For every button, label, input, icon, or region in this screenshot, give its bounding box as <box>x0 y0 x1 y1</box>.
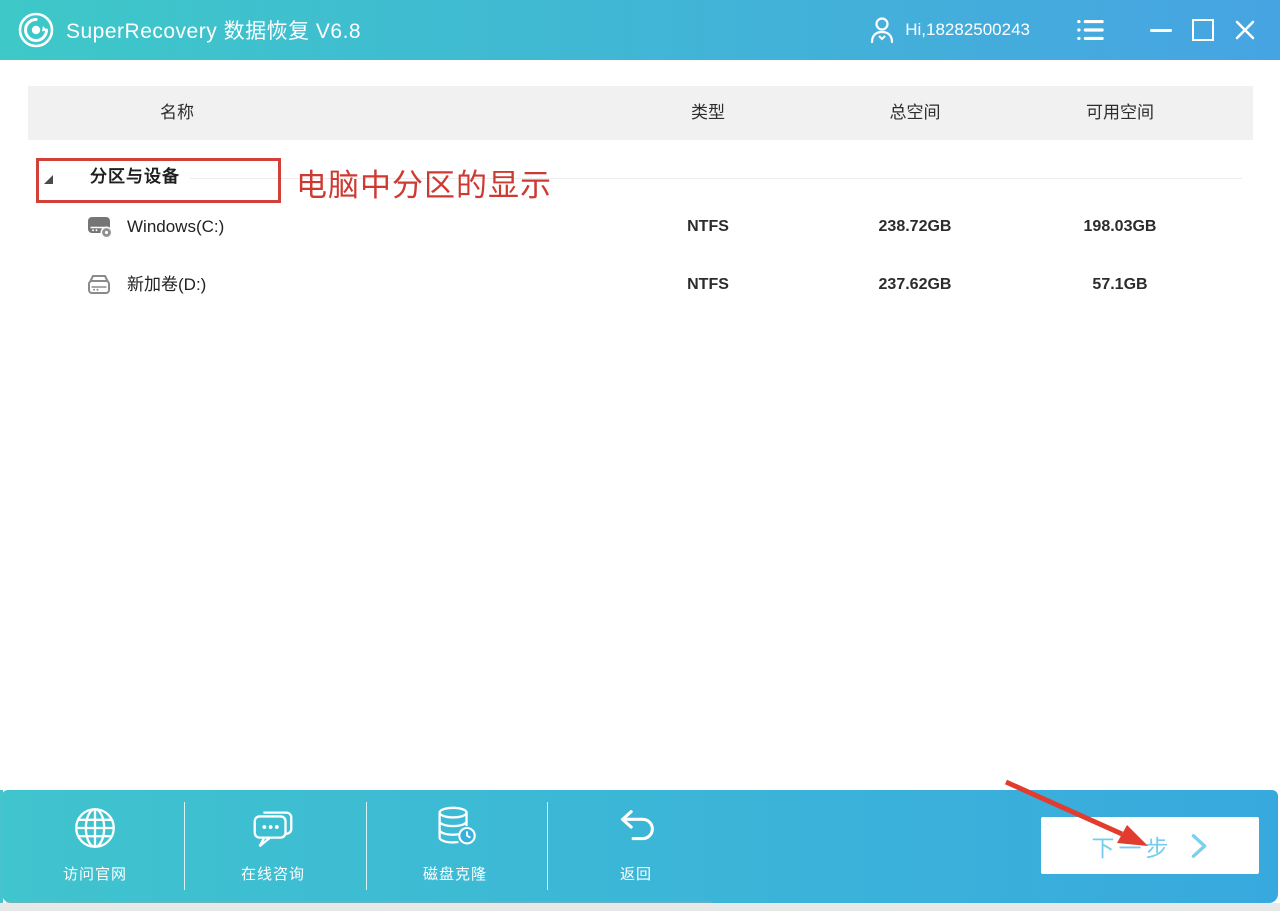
user-greeting[interactable]: Hi,18282500243 <box>905 20 1030 40</box>
tree-group-partitions[interactable]: 分区与设备 <box>28 155 1253 203</box>
tree-group-label: 分区与设备 <box>90 155 180 199</box>
column-header-total: 总空间 <box>807 86 1023 140</box>
back-icon <box>611 803 661 853</box>
table-row-drive-d[interactable]: 新加卷(D:) NTFS 237.62GB 57.1GB <box>28 258 1253 312</box>
maximize-button[interactable] <box>1182 10 1224 50</box>
toolbar-divider <box>366 802 367 890</box>
drive-c-icon <box>86 214 114 240</box>
drive-d-icon <box>86 272 114 298</box>
desktop-edge-strip <box>0 903 1280 911</box>
drive-total: 237.62GB <box>807 258 1023 312</box>
column-header-free: 可用空间 <box>1012 86 1228 140</box>
globe-icon <box>70 803 120 853</box>
drive-type: NTFS <box>600 258 816 312</box>
maximize-icon <box>1192 19 1214 41</box>
chevron-right-icon <box>1189 832 1209 860</box>
disk-clone-icon <box>430 803 480 853</box>
drive-total: 238.72GB <box>807 200 1023 254</box>
drive-name: 新加卷(D:) <box>127 258 206 312</box>
drive-free: 198.03GB <box>1012 200 1228 254</box>
chat-icon <box>248 803 298 853</box>
toolbar-item-website[interactable]: 访问官网 <box>30 803 160 884</box>
close-button[interactable] <box>1224 10 1266 50</box>
app-title: SuperRecovery 数据恢复 V6.8 <box>66 15 361 45</box>
toolbar-item-label: 磁盘克隆 <box>390 863 520 884</box>
minimize-icon <box>1150 29 1172 32</box>
bottom-toolbar: 访问官网 在线咨询 <box>2 790 1278 903</box>
app-window: SuperRecovery 数据恢复 V6.8 Hi,18282500243 <box>0 0 1280 911</box>
toolbar-item-disk-clone[interactable]: 磁盘克隆 <box>390 803 520 884</box>
toolbar-item-back[interactable]: 返回 <box>571 803 701 884</box>
table-row-drive-c[interactable]: Windows(C:) NTFS 238.72GB 198.03GB <box>28 200 1253 254</box>
tree-expander-icon[interactable] <box>44 175 53 184</box>
drive-name: Windows(C:) <box>127 200 224 254</box>
toolbar-item-label: 在线咨询 <box>208 863 338 884</box>
drive-table: 名称 类型 总空间 可用空间 分区与设备 Windows(C:) NTFS 23… <box>0 60 1280 790</box>
title-bar: SuperRecovery 数据恢复 V6.8 Hi,18282500243 <box>0 0 1280 60</box>
user-icon <box>869 15 897 45</box>
toolbar-item-consult[interactable]: 在线咨询 <box>208 803 338 884</box>
menu-list-icon[interactable] <box>1074 16 1106 44</box>
toolbar-divider <box>184 802 185 890</box>
column-header-name: 名称 <box>160 86 194 140</box>
toolbar-item-label: 访问官网 <box>30 863 160 884</box>
toolbar-item-label: 返回 <box>571 863 701 884</box>
next-step-button[interactable]: 下一步 <box>1041 817 1259 874</box>
next-step-label: 下一步 <box>1092 829 1173 863</box>
close-icon <box>1234 19 1256 41</box>
app-logo-icon <box>17 11 55 49</box>
column-header-type: 类型 <box>600 86 816 140</box>
table-header-row: 名称 类型 总空间 可用空间 <box>28 86 1253 140</box>
drive-type: NTFS <box>600 200 816 254</box>
titlebar-right-group: Hi,18282500243 <box>869 10 1266 50</box>
minimize-button[interactable] <box>1140 10 1182 50</box>
drive-free: 57.1GB <box>1012 258 1228 312</box>
toolbar-divider <box>547 802 548 890</box>
